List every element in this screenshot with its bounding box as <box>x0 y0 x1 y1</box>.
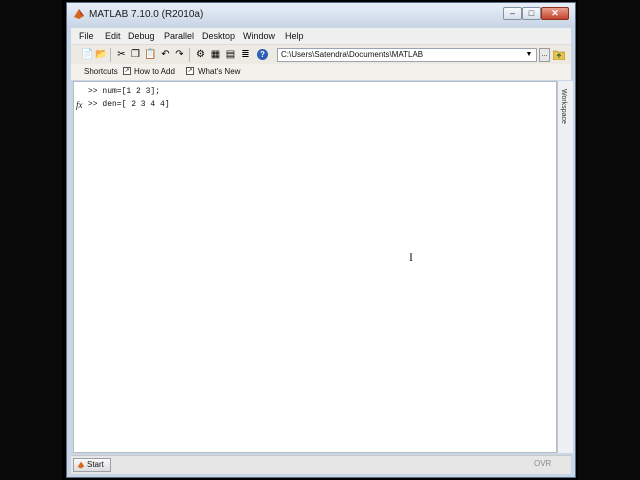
copy-icon[interactable]: ❐ <box>130 49 141 60</box>
close-button[interactable]: ✕ <box>541 7 569 20</box>
command-line: >> num=[1 2 3]; <box>88 87 161 96</box>
new-file-icon[interactable]: 📄 <box>81 49 93 60</box>
menu-file[interactable]: File <box>79 31 94 41</box>
simulink-icon[interactable]: ⚙ <box>195 49 206 60</box>
shortcuts-label[interactable]: Shortcuts <box>84 67 118 76</box>
profiler-icon[interactable]: ▤ <box>225 49 236 60</box>
minimize-button[interactable]: – <box>503 7 522 20</box>
shortcut-add-icon: ↗ <box>123 67 131 75</box>
toolbar: 📄 📂 ✂ ❐ 📋 ↶ ↷ ⚙ ▦ ▤ ≣ ? C:\Users\Satendr… <box>71 44 571 65</box>
undo-icon[interactable]: ↶ <box>160 49 171 60</box>
menu-help[interactable]: Help <box>285 31 304 41</box>
command-window[interactable]: >> num=[1 2 3]; fx >> den=[ 2 3 4 4] I <box>73 81 557 453</box>
shortcut-whats-new[interactable]: What's New <box>198 67 240 76</box>
start-button[interactable]: Start <box>73 458 111 472</box>
shortcuts-bar: Shortcuts ↗ How to Add ↗ What's New <box>71 64 571 80</box>
toolbar-separator <box>189 48 190 62</box>
matlab-window: MATLAB 7.10.0 (R2010a) – □ ✕ File Edit D… <box>66 2 576 478</box>
workspace-label: Workspace <box>560 89 567 124</box>
open-folder-icon[interactable]: 📂 <box>95 49 107 60</box>
command-line: >> den=[ 2 3 4 4] <box>88 100 170 109</box>
chevron-down-icon[interactable]: ▼ <box>523 48 535 62</box>
function-browser-icon[interactable]: fx <box>76 100 83 110</box>
shortcut-whats-new-icon: ↗ <box>186 67 194 75</box>
title-bar[interactable]: MATLAB 7.10.0 (R2010a) – □ ✕ <box>67 3 575 27</box>
list-icon[interactable]: ≣ <box>240 49 251 60</box>
menu-window[interactable]: Window <box>243 31 275 41</box>
browse-folder-button[interactable]: ... <box>539 48 550 62</box>
guide-icon[interactable]: ▦ <box>210 49 221 60</box>
desktop-right-area <box>578 0 640 480</box>
maximize-button[interactable]: □ <box>522 7 541 20</box>
workspace-tab[interactable]: Workspace <box>557 81 573 453</box>
cut-icon[interactable]: ✂ <box>116 49 127 60</box>
menu-edit[interactable]: Edit <box>105 31 121 41</box>
matlab-logo-icon <box>77 461 85 469</box>
start-label: Start <box>87 460 104 469</box>
paste-icon[interactable]: 📋 <box>144 49 156 60</box>
text-cursor-icon: I <box>409 250 413 264</box>
status-bar: Start OVR <box>71 455 571 474</box>
menu-debug[interactable]: Debug <box>128 31 155 41</box>
overwrite-indicator: OVR <box>534 459 552 468</box>
menu-bar: File Edit Debug Parallel Desktop Window … <box>71 28 571 44</box>
redo-icon[interactable]: ↷ <box>174 49 185 60</box>
help-icon[interactable]: ? <box>257 49 268 60</box>
menu-parallel[interactable]: Parallel <box>164 31 194 41</box>
close-icon: ✕ <box>551 8 559 18</box>
shortcut-how-to-add[interactable]: How to Add <box>134 67 175 76</box>
menu-desktop[interactable]: Desktop <box>202 31 235 41</box>
desktop-left-area <box>0 0 62 480</box>
current-folder-field[interactable]: C:\Users\Satendra\Documents\MATLAB <box>277 48 537 62</box>
window-title: MATLAB 7.10.0 (R2010a) <box>89 9 204 20</box>
minimize-icon: – <box>509 8 515 18</box>
matlab-logo-icon <box>74 9 84 19</box>
maximize-icon: □ <box>528 8 535 18</box>
up-folder-icon[interactable] <box>553 49 565 60</box>
toolbar-separator <box>110 48 111 62</box>
